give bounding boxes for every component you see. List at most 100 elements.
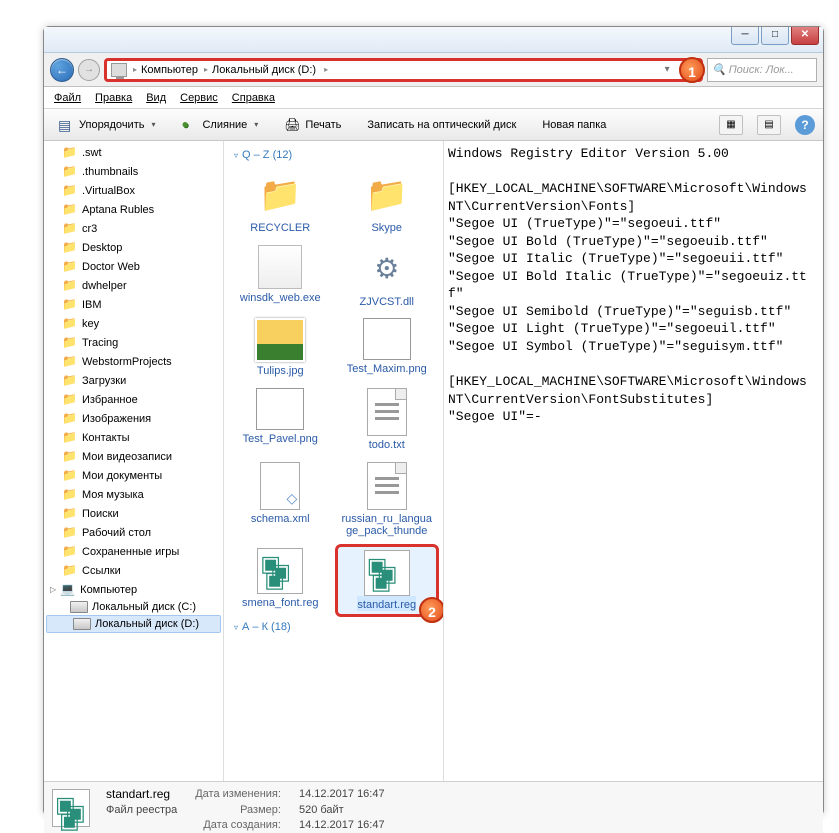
file-icon [254,171,306,219]
file-label: schema.xml [251,510,310,526]
folder-icon [62,392,78,407]
file-item[interactable]: todo.txt [335,384,440,456]
breadcrumb-label: Локальный диск (D:) [212,64,316,76]
menu-help[interactable]: Справка [232,92,275,104]
views-button[interactable]: ▦ [719,115,743,135]
sidebar-item[interactable]: Ссылки [44,561,223,580]
sidebar-item[interactable]: Поиски [44,504,223,523]
file-icon [367,388,407,436]
sidebar-item[interactable]: Рабочий стол [44,523,223,542]
folder-icon [62,430,78,445]
group-header-qz[interactable]: Q – Z (12) [228,145,439,167]
sidebar-item[interactable]: Tracing [44,333,223,352]
folder-icon [62,544,78,559]
file-label: winsdk_web.exe [240,289,321,305]
breadcrumb-drive[interactable]: ▸ Локальный диск (D:) ▸ [204,64,328,76]
close-button[interactable]: ✕ [791,27,819,45]
file-icon [255,318,305,362]
nav-back-button[interactable]: ← [50,58,74,82]
toolbar: Упорядочить Слияние Печать Записать на о… [44,109,823,141]
search-input[interactable]: 🔍 Поиск: Лок... [707,58,817,82]
organize-button[interactable]: Упорядочить [52,114,161,136]
file-item[interactable]: standart.reg2 [335,544,440,618]
file-label: Test_Pavel.png [243,430,318,446]
sidebar-item[interactable]: key [44,314,223,333]
navbar: ← → ▸ Компьютер ▸ Локальный диск (D:) ▸ … [44,53,823,87]
file-item[interactable]: RECYCLER [228,167,333,239]
sidebar-item[interactable]: .thumbnails [44,162,223,181]
sidebar-item[interactable]: .VirtualBox [44,181,223,200]
sidebar-drive-d[interactable]: Локальный диск (D:) [46,615,221,633]
sidebar-drive-c[interactable]: Локальный диск (C:) [44,599,223,615]
menu-file[interactable]: Файл [54,92,81,104]
address-bar[interactable]: ▸ Компьютер ▸ Локальный диск (D:) ▸ ▾ ↻ … [104,58,703,82]
menu-view[interactable]: Вид [146,92,166,104]
file-item[interactable]: russian_ru_language_pack_thunde [335,458,440,542]
sidebar-item-label: Компьютер [80,584,137,596]
group-header-ak[interactable]: А – К (18) [228,617,439,639]
file-item[interactable]: winsdk_web.exe [228,241,333,313]
maximize-button[interactable]: □ [761,27,789,45]
breadcrumb-label: Компьютер [141,64,198,76]
navigation-tree[interactable]: .swt .thumbnails.VirtualBoxAptana Rublesc… [44,141,224,781]
file-icon [361,245,413,293]
menu-edit[interactable]: Правка [95,92,132,104]
sidebar-item[interactable]: .swt [44,143,223,162]
preview-pane-button[interactable]: ▤ [757,115,781,135]
file-item[interactable]: Tulips.jpg [228,314,333,382]
sidebar-computer[interactable]: ▷Компьютер [44,580,223,599]
breadcrumb-computer[interactable]: ▸ Компьютер [133,64,198,76]
sidebar-item[interactable]: WebstormProjects [44,352,223,371]
folder-icon [62,525,78,540]
sidebar-item-label: .swt [82,147,102,159]
new-folder-button[interactable]: Новая папка [536,116,612,134]
sidebar-item[interactable]: Избранное [44,390,223,409]
sidebar-item[interactable]: Контакты [44,428,223,447]
file-list[interactable]: Q – Z (12) RECYCLERSkype winsdk_web.exe ZJ… [224,141,444,781]
sidebar-item-label: Рабочий стол [82,527,151,539]
print-button[interactable]: Печать [278,114,347,136]
sidebar-item[interactable]: Doctor Web [44,257,223,276]
file-item[interactable]: smena_font.reg [228,544,333,618]
sidebar-item[interactable]: Изображения [44,409,223,428]
sidebar-item[interactable]: Aptana Rubles [44,200,223,219]
preview-text: Windows Registry Editor Version 5.00 [HK… [448,145,819,426]
sidebar-item[interactable]: IBM [44,295,223,314]
sidebar-item[interactable]: Desktop [44,238,223,257]
sidebar-item[interactable]: Загрузки [44,371,223,390]
sidebar-item[interactable]: Мои документы [44,466,223,485]
help-button[interactable]: ? [795,115,815,135]
sidebar-item[interactable]: Моя музыка [44,485,223,504]
sidebar-item[interactable]: Мои видеозаписи [44,447,223,466]
sidebar-item-label: Загрузки [82,375,126,387]
merge-button[interactable]: Слияние [175,114,264,136]
folder-icon [62,259,78,274]
file-item[interactable]: ZJVCST.dll [335,241,440,313]
file-icon [361,171,413,219]
file-item[interactable]: Test_Maxim.png [335,314,440,382]
folder-icon [62,278,78,293]
file-item[interactable]: Skype [335,167,440,239]
explorer-window: ─ □ ✕ ← → ▸ Компьютер ▸ Локальный диск (… [43,26,824,816]
sidebar-item-label: Мои видеозаписи [82,451,172,463]
minimize-button[interactable]: ─ [731,27,759,45]
sidebar-item-label: Контакты [82,432,130,444]
computer-icon [111,63,127,77]
file-item[interactable]: schema.xml [228,458,333,542]
organize-label: Упорядочить [79,119,144,131]
burn-button[interactable]: Записать на оптический диск [361,116,522,134]
date-modified-value: 14.12.2017 16:47 [299,788,385,800]
menu-service[interactable]: Сервис [180,92,218,104]
burn-label: Записать на оптический диск [367,119,516,131]
sidebar-item[interactable]: cr3 [44,219,223,238]
file-item[interactable]: Test_Pavel.png [228,384,333,456]
new-folder-label: Новая папка [542,119,606,131]
address-dropdown[interactable]: ▾ [661,64,674,75]
sidebar-item-label: Локальный диск (C:) [92,601,196,613]
details-pane: standart.reg Дата изменения: 14.12.2017 … [44,781,823,833]
folder-icon [62,202,78,217]
sidebar-item[interactable]: Сохраненные игры [44,542,223,561]
nav-forward-button[interactable]: → [78,59,100,81]
sidebar-item[interactable]: dwhelper [44,276,223,295]
search-placeholder: Поиск: Лок... [729,64,794,76]
